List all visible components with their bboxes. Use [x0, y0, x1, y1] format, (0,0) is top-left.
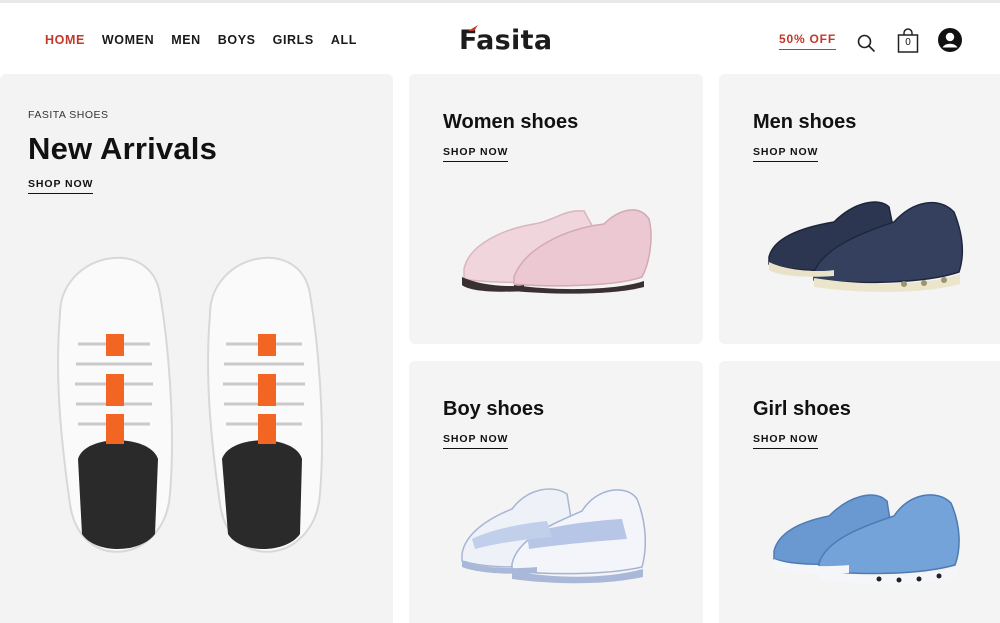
nav-girls[interactable]: GIRLS [273, 33, 314, 47]
shop-now-button[interactable]: SHOP NOW [753, 146, 819, 162]
hero-sneakers-image [57, 256, 323, 553]
category-title: Girl shoes [753, 398, 851, 420]
men-shoe-image [768, 201, 964, 292]
main-nav: HOME WOMEN MEN BOYS GIRLS ALL [45, 33, 374, 47]
women-shoe-image [462, 209, 652, 294]
category-card-women[interactable]: Women shoes SHOP NOW [409, 74, 703, 344]
search-icon[interactable] [856, 33, 876, 53]
shop-now-button[interactable]: SHOP NOW [443, 433, 509, 449]
hero-banner[interactable]: FASITA SHOES New Arrivals SHOP NOW [0, 74, 393, 623]
site-header: HOME WOMEN MEN BOYS GIRLS ALL Fasita 50%… [0, 0, 1000, 74]
hero-eyebrow: FASITA SHOES [28, 109, 109, 121]
nav-home[interactable]: HOME [45, 33, 85, 47]
left-sneaker [57, 256, 173, 553]
boy-shoe-image [461, 488, 647, 584]
cart-count: 0 [905, 37, 911, 48]
nav-men[interactable]: MEN [171, 33, 201, 47]
category-title: Women shoes [443, 111, 579, 133]
nav-all[interactable]: ALL [331, 33, 357, 47]
shop-now-button[interactable]: SHOP NOW [753, 433, 819, 449]
discount-link[interactable]: 50% OFF [779, 32, 836, 50]
nav-women[interactable]: WOMEN [102, 33, 154, 47]
category-title: Boy shoes [443, 398, 545, 420]
category-card-men[interactable]: Men shoes SHOP NOW [719, 74, 1000, 344]
hero-title: New Arrivals [28, 131, 218, 166]
category-title: Men shoes [753, 111, 857, 133]
right-sneaker [207, 256, 323, 553]
hero-shop-now-button[interactable]: SHOP NOW [28, 178, 94, 194]
girl-shoe-image [773, 494, 960, 585]
logo-accent-mark [468, 25, 478, 31]
shop-now-button[interactable]: SHOP NOW [443, 146, 509, 162]
user-account-icon[interactable] [937, 27, 963, 53]
category-card-girl[interactable]: Girl shoes SHOP NOW [719, 361, 1000, 623]
cart-button[interactable]: 0 [896, 28, 920, 54]
nav-boys[interactable]: BOYS [218, 33, 256, 47]
category-card-boy[interactable]: Boy shoes SHOP NOW [409, 361, 703, 623]
